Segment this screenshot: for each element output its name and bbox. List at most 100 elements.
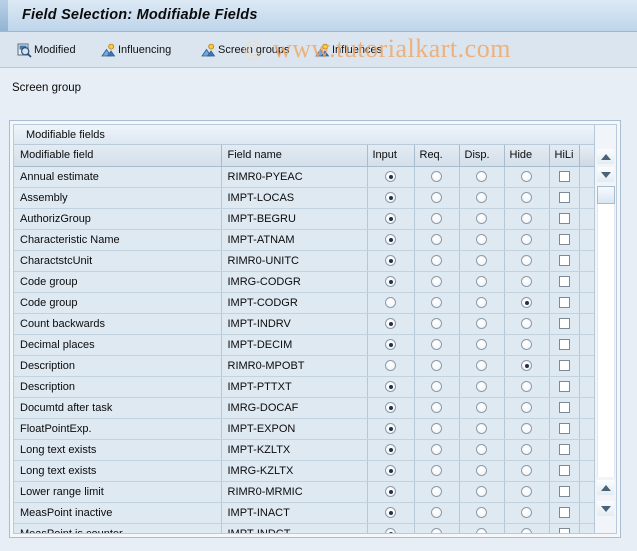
cell-hide[interactable] — [504, 250, 550, 272]
cell-hide[interactable] — [504, 334, 550, 356]
radio-input-selected[interactable] — [385, 255, 396, 267]
checkbox-hili[interactable] — [558, 465, 570, 477]
cell-req[interactable] — [414, 313, 460, 335]
cell-req[interactable] — [414, 166, 460, 188]
checkbox-hili[interactable] — [558, 297, 570, 309]
cell-req[interactable] — [414, 229, 460, 251]
radio-input-selected[interactable] — [385, 192, 396, 204]
cell-disp[interactable] — [459, 292, 505, 314]
radio-req[interactable] — [431, 360, 442, 372]
radio-disp[interactable] — [476, 402, 487, 414]
cell-input[interactable] — [367, 481, 415, 503]
cell-hili[interactable] — [549, 376, 580, 398]
column-header-field-name[interactable]: Field name — [221, 145, 368, 167]
radio-req[interactable] — [431, 213, 442, 225]
toolbar-button-influences[interactable]: Influences — [312, 39, 385, 61]
radio-input-selected[interactable] — [385, 381, 396, 393]
checkbox-hili[interactable] — [558, 360, 570, 372]
cell-hili[interactable] — [549, 418, 580, 440]
table-row[interactable]: AuthorizGroup IMPT-BEGRU — [14, 208, 594, 230]
radio-hide-selected[interactable] — [521, 360, 532, 372]
radio-hide[interactable] — [521, 255, 532, 267]
radio-req[interactable] — [431, 339, 442, 351]
cell-input[interactable] — [367, 523, 415, 533]
cell-input[interactable] — [367, 292, 415, 314]
cell-req[interactable] — [414, 376, 460, 398]
checkbox-hili[interactable] — [558, 444, 570, 456]
cell-hide[interactable] — [504, 523, 550, 533]
cell-input[interactable] — [367, 502, 415, 524]
cell-disp[interactable] — [459, 523, 505, 533]
table-row[interactable]: Count backwards IMPT-INDRV — [14, 313, 594, 335]
cell-req[interactable] — [414, 187, 460, 209]
cell-disp[interactable] — [459, 334, 505, 356]
radio-disp[interactable] — [476, 360, 487, 372]
cell-hide[interactable] — [504, 397, 550, 419]
scroll-down-button[interactable] — [597, 167, 614, 182]
cell-hide[interactable] — [504, 229, 550, 251]
cell-input[interactable] — [367, 187, 415, 209]
cell-req[interactable] — [414, 355, 460, 377]
cell-hide[interactable] — [504, 439, 550, 461]
table-row[interactable]: MeasPoint is counterIMPT-INDCT — [14, 523, 594, 533]
radio-hide[interactable] — [521, 486, 532, 498]
cell-hide[interactable] — [504, 271, 550, 293]
cell-input[interactable] — [367, 208, 415, 230]
checkbox-hili[interactable] — [558, 486, 570, 498]
radio-input-selected[interactable] — [385, 423, 396, 435]
cell-disp[interactable] — [459, 502, 505, 524]
radio-input-selected[interactable] — [385, 234, 396, 246]
cell-hide[interactable] — [504, 355, 550, 377]
table-row[interactable]: Long text exists IMPT-KZLTX — [14, 439, 594, 461]
radio-hide[interactable] — [521, 465, 532, 477]
column-header-disp[interactable]: Disp. — [459, 145, 505, 167]
radio-hide[interactable] — [521, 171, 532, 183]
cell-hili[interactable] — [549, 460, 580, 482]
radio-hide[interactable] — [521, 381, 532, 393]
radio-input-selected[interactable] — [385, 528, 396, 533]
column-header-modifiable-field[interactable]: Modifiable field — [14, 145, 222, 167]
cell-req[interactable] — [414, 502, 460, 524]
cell-hili[interactable] — [549, 187, 580, 209]
radio-req[interactable] — [431, 318, 442, 330]
checkbox-hili[interactable] — [558, 507, 570, 519]
cell-hide[interactable] — [504, 418, 550, 440]
cell-req[interactable] — [414, 523, 460, 533]
radio-req[interactable] — [431, 528, 442, 533]
cell-disp[interactable] — [459, 313, 505, 335]
radio-disp[interactable] — [476, 192, 487, 204]
cell-req[interactable] — [414, 334, 460, 356]
radio-input-selected[interactable] — [385, 444, 396, 456]
cell-hili[interactable] — [549, 334, 580, 356]
cell-disp[interactable] — [459, 166, 505, 188]
radio-hide[interactable] — [521, 192, 532, 204]
cell-hide[interactable] — [504, 313, 550, 335]
vertical-scrollbar[interactable] — [594, 125, 616, 533]
radio-input[interactable] — [385, 360, 396, 372]
cell-hili[interactable] — [549, 439, 580, 461]
table-row[interactable]: Description IMPT-PTTXT — [14, 376, 594, 398]
cell-hili[interactable] — [549, 481, 580, 503]
radio-disp[interactable] — [476, 486, 487, 498]
radio-input-selected[interactable] — [385, 339, 396, 351]
table-row[interactable]: Assembly IMPT-LOCAS — [14, 187, 594, 209]
cell-hide[interactable] — [504, 208, 550, 230]
table-row[interactable]: Annual estimate RIMR0-PYEAC — [14, 166, 594, 188]
cell-disp[interactable] — [459, 208, 505, 230]
radio-req[interactable] — [431, 402, 442, 414]
cell-hide[interactable] — [504, 502, 550, 524]
radio-disp[interactable] — [476, 381, 487, 393]
table-row[interactable]: Characteristic Name IMPT-ATNAM — [14, 229, 594, 251]
cell-req[interactable] — [414, 208, 460, 230]
radio-disp[interactable] — [476, 339, 487, 351]
radio-input-selected[interactable] — [385, 276, 396, 288]
cell-hili[interactable] — [549, 166, 580, 188]
checkbox-hili[interactable] — [558, 171, 570, 183]
checkbox-hili[interactable] — [558, 339, 570, 351]
cell-disp[interactable] — [459, 460, 505, 482]
cell-hili[interactable] — [549, 250, 580, 272]
cell-disp[interactable] — [459, 481, 505, 503]
cell-disp[interactable] — [459, 187, 505, 209]
cell-hide[interactable] — [504, 460, 550, 482]
cell-input[interactable] — [367, 250, 415, 272]
